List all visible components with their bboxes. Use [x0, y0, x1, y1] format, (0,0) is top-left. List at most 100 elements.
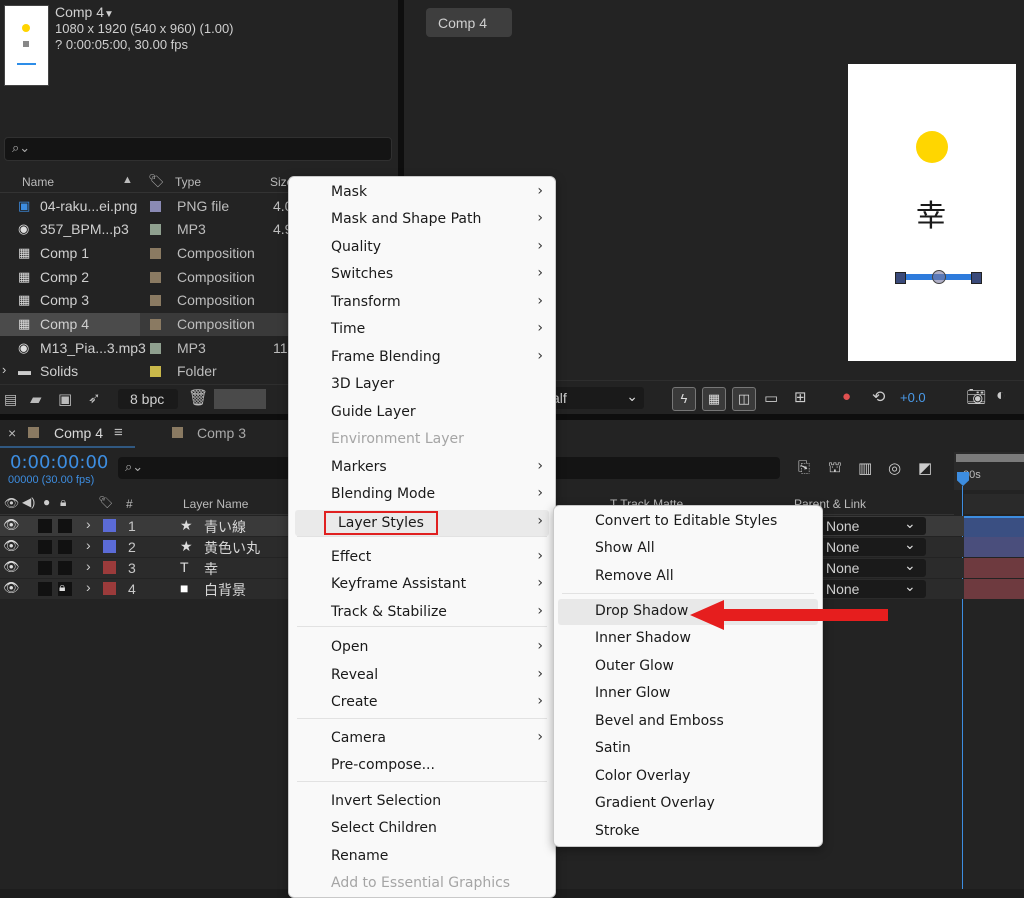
- line-handle-left[interactable]: [895, 272, 906, 284]
- parent-link-select[interactable]: None ⌄: [818, 578, 926, 598]
- visibility-eye-icon[interactable]: 👁︎: [3, 538, 20, 554]
- expand-chevron-icon[interactable]: ›: [86, 537, 91, 553]
- exposure-value[interactable]: +0.0: [900, 390, 926, 405]
- channel-icon[interactable]: ●: [842, 388, 851, 405]
- project-item[interactable]: ▦ Comp 1 Composition: [0, 242, 290, 265]
- submenu-item-gradient-overlay[interactable]: Gradient Overlay: [554, 791, 822, 817]
- visibility-eye-icon[interactable]: 👁︎: [3, 580, 20, 596]
- menu-item-camera[interactable]: Camera ›: [289, 726, 555, 752]
- region-of-interest-icon[interactable]: ▭: [764, 389, 778, 407]
- composition-flowchart-icon[interactable]: ⎘: [798, 459, 810, 476]
- new-composition-icon[interactable]: ▣: [58, 390, 72, 408]
- menu-item-keyframe-assistant[interactable]: Keyframe Assistant ›: [289, 572, 555, 598]
- layer-duration-bar[interactable]: [964, 537, 1024, 557]
- menu-item-transform[interactable]: Transform ›: [289, 290, 555, 316]
- layer-name[interactable]: 白背景: [204, 580, 246, 600]
- parent-link-select[interactable]: None ⌄: [818, 536, 926, 556]
- chevron-right-icon[interactable]: ›: [2, 362, 6, 377]
- project-item[interactable]: ▦ Comp 3 Composition: [0, 289, 290, 312]
- menu-item-guide-layer[interactable]: Guide Layer: [289, 400, 555, 426]
- fast-previews-icon[interactable]: ϟ: [672, 387, 696, 411]
- label-swatch[interactable]: [150, 343, 161, 354]
- label-swatch[interactable]: [150, 224, 161, 235]
- graph-editor-icon[interactable]: ◩: [918, 459, 932, 477]
- solo-toggle[interactable]: [38, 540, 52, 554]
- layer-name-header[interactable]: Layer Name: [183, 497, 248, 511]
- submenu-item-color-overlay[interactable]: Color Overlay: [554, 764, 822, 790]
- panel-menu-icon[interactable]: ≡: [114, 424, 123, 441]
- submenu-item-remove-all[interactable]: Remove All: [554, 564, 822, 590]
- menu-item-create[interactable]: Create ›: [289, 690, 555, 716]
- menu-item-select-children[interactable]: Select Children: [289, 816, 555, 842]
- expand-chevron-icon[interactable]: ›: [86, 579, 91, 595]
- lock-toggle[interactable]: [58, 540, 72, 554]
- menu-item-3d-layer[interactable]: 3D Layer: [289, 372, 555, 398]
- label-swatch[interactable]: [103, 561, 116, 574]
- expand-chevron-icon[interactable]: ›: [86, 516, 91, 532]
- anchor-point-icon[interactable]: [932, 270, 946, 284]
- label-swatch[interactable]: [150, 272, 161, 283]
- expand-chevron-icon[interactable]: ›: [86, 558, 91, 574]
- menu-item-reveal[interactable]: Reveal ›: [289, 663, 555, 689]
- menu-item-pre-compose[interactable]: Pre-compose...: [289, 753, 555, 779]
- show-snapshot-icon[interactable]: ◐: [996, 387, 1006, 405]
- render-icon[interactable]: ➶: [88, 389, 101, 407]
- layer-name[interactable]: 黄色い丸: [204, 538, 260, 558]
- menu-item-effect[interactable]: Effect ›: [289, 545, 555, 571]
- label-swatch[interactable]: [150, 295, 161, 306]
- grid-guides-icon[interactable]: ⊞: [794, 388, 807, 406]
- project-item[interactable]: ▣ 04-raku...ei.png PNG file 4.0: [0, 195, 292, 218]
- current-timecode[interactable]: 0:00:00:00: [10, 452, 108, 473]
- layer-name[interactable]: 幸: [204, 559, 218, 579]
- work-area-bar[interactable]: [956, 454, 1024, 462]
- label-swatch[interactable]: [150, 319, 161, 330]
- submenu-item-inner-glow[interactable]: Inner Glow: [554, 681, 822, 707]
- layer-name[interactable]: 青い線: [204, 517, 246, 537]
- project-item[interactable]: › ▬ Solids Folder: [0, 360, 290, 383]
- trash-icon[interactable]: 🗑︎: [188, 388, 208, 408]
- new-folder-icon[interactable]: ▰: [30, 390, 42, 408]
- menu-item-track-stabilize[interactable]: Track & Stabilize ›: [289, 600, 555, 626]
- layer-duration-bar[interactable]: [964, 579, 1024, 599]
- project-item[interactable]: ◉ 357_BPM...p3 MP3 4.9: [0, 218, 292, 241]
- label-swatch[interactable]: [150, 201, 161, 212]
- menu-item-blending-mode[interactable]: Blending Mode ›: [289, 482, 555, 508]
- menu-item-frame-blending[interactable]: Frame Blending ›: [289, 345, 555, 371]
- timeline-tab-comp3[interactable]: Comp 3: [197, 425, 246, 441]
- solo-toggle[interactable]: [38, 582, 52, 596]
- menu-item-time[interactable]: Time ›: [289, 317, 555, 343]
- solo-toggle[interactable]: [38, 561, 52, 575]
- reset-exposure-icon[interactable]: ⟲: [872, 387, 885, 407]
- layer-duration-bar[interactable]: [964, 516, 1024, 538]
- motion-blur-icon[interactable]: ◎: [888, 459, 901, 477]
- menu-item-switches[interactable]: Switches ›: [289, 262, 555, 288]
- menu-item-layer-styles[interactable]: Layer Styles ›: [295, 510, 549, 536]
- transparency-grid-icon[interactable]: ▦: [702, 387, 726, 411]
- timeline-tab-comp4[interactable]: Comp 4: [54, 425, 103, 441]
- viewer-canvas[interactable]: 幸: [848, 64, 1016, 361]
- viewer-tab[interactable]: Comp 4: [426, 8, 512, 37]
- visibility-eye-icon[interactable]: 👁︎: [3, 559, 20, 575]
- column-name[interactable]: Name: [22, 175, 54, 189]
- column-type[interactable]: Type: [175, 175, 201, 189]
- menu-item-rename[interactable]: Rename: [289, 844, 555, 870]
- submenu-item-satin[interactable]: Satin: [554, 736, 822, 762]
- line-handle-right[interactable]: [971, 272, 982, 284]
- frame-blending-icon[interactable]: ▥: [858, 459, 872, 477]
- label-swatch[interactable]: [103, 519, 116, 532]
- menu-item-invert-selection[interactable]: Invert Selection: [289, 789, 555, 815]
- bpc-button[interactable]: 8 bpc: [118, 389, 178, 409]
- label-swatch[interactable]: [103, 582, 116, 595]
- submenu-item-convert-to-editable-styles[interactable]: Convert to Editable Styles: [554, 509, 822, 535]
- mask-visibility-icon[interactable]: ◫: [732, 387, 756, 411]
- layer-duration-bar[interactable]: [964, 558, 1024, 578]
- project-search-input[interactable]: ⌕⌄: [4, 137, 392, 161]
- project-comp-name[interactable]: Comp 4▼: [55, 4, 114, 20]
- submenu-item-stroke[interactable]: Stroke: [554, 819, 822, 845]
- lock-toggle[interactable]: [58, 519, 72, 533]
- submenu-item-bevel-and-emboss[interactable]: Bevel and Emboss: [554, 709, 822, 735]
- label-swatch[interactable]: [150, 366, 161, 377]
- menu-item-mask[interactable]: Mask ›: [289, 180, 555, 206]
- label-swatch[interactable]: [103, 540, 116, 553]
- submenu-item-outer-glow[interactable]: Outer Glow: [554, 654, 822, 680]
